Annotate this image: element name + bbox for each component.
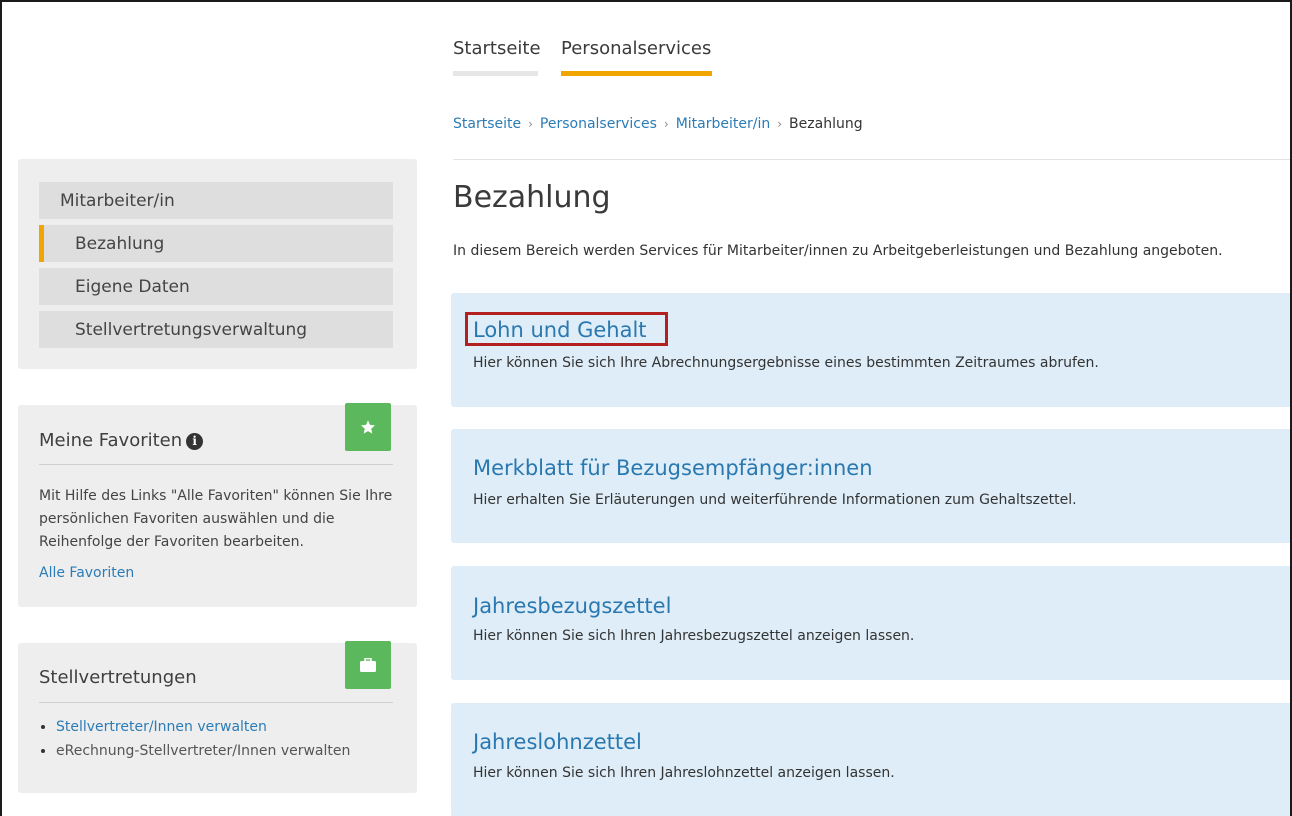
- tab-personalservices[interactable]: Personalservices: [561, 38, 711, 59]
- erechnung-deputies-text: eRechnung-Stellvertreter/Innen verwalten: [56, 743, 351, 759]
- breadcrumb-separator: ›: [528, 117, 533, 131]
- sidebar-item-label: Stellvertretungsverwaltung: [75, 319, 308, 340]
- breadcrumb-current: Bezahlung: [789, 116, 863, 132]
- card-title[interactable]: Jahresbezugszettel: [473, 594, 671, 618]
- card-jahresbezugszettel[interactable]: Jahresbezugszettel Hier können Sie sich …: [451, 566, 1290, 680]
- card-title[interactable]: Merkblatt für Bezugsempfänger:innen: [473, 456, 873, 480]
- card-description: Hier können Sie sich Ihre Abrechnungserg…: [473, 355, 1099, 371]
- favorites-title-text: Meine Favoriten: [39, 430, 183, 451]
- breadcrumb-startseite[interactable]: Startseite: [453, 116, 521, 132]
- page-title: Bezahlung: [453, 180, 611, 215]
- briefcase-icon[interactable]: [345, 641, 391, 689]
- star-icon[interactable]: [345, 403, 391, 451]
- breadcrumb-separator: ›: [663, 117, 669, 131]
- breadcrumb-separator: ›: [777, 117, 783, 131]
- page-frame: Startseite Personalservices Startseite ›…: [0, 0, 1292, 816]
- favorites-title: Meine Favoriten i: [39, 430, 204, 451]
- sidebar-item-eigene-daten[interactable]: Eigene Daten: [39, 268, 393, 305]
- card-description: Hier erhalten Sie Erläuterungen und weit…: [473, 492, 1077, 508]
- highlight-frame: [465, 312, 668, 346]
- panel-divider: [39, 464, 393, 465]
- deputies-list: Stellvertreter/Innen verwalten eRechnung…: [56, 719, 350, 767]
- favorites-description: Mit Hilfe des Links "Alle Favoriten" kön…: [39, 488, 393, 550]
- list-item: Stellvertreter/Innen verwalten: [56, 719, 350, 735]
- card-description: Hier können Sie sich Ihren Jahresbezugsz…: [473, 628, 915, 644]
- page-intro: In diesem Bereich werden Services für Mi…: [453, 243, 1223, 259]
- sidebar-item-label: Eigene Daten: [75, 276, 190, 297]
- all-favorites-link[interactable]: Alle Favoriten: [39, 565, 134, 581]
- tab-startseite-underline: [453, 71, 538, 76]
- sidebar-nav-panel: Mitarbeiter/in Bezahlung Eigene Daten St…: [18, 159, 417, 369]
- sidebar-item-label: Bezahlung: [75, 233, 165, 254]
- tab-personalservices-underline: [561, 71, 712, 76]
- sidebar-item-label: Mitarbeiter/in: [60, 190, 175, 211]
- tab-startseite[interactable]: Startseite: [453, 38, 541, 59]
- breadcrumb-mitarbeiter[interactable]: Mitarbeiter/in: [676, 116, 771, 132]
- deputies-title: Stellvertretungen: [39, 667, 197, 688]
- breadcrumb: Startseite › Personalservices › Mitarbei…: [453, 116, 863, 132]
- sidebar-item-mitarbeiter[interactable]: Mitarbeiter/in: [39, 182, 393, 219]
- card-lohn-und-gehalt[interactable]: Lohn und Gehalt Hier können Sie sich Ihr…: [451, 293, 1290, 407]
- info-icon[interactable]: i: [186, 432, 204, 450]
- sidebar-item-stellvertretungsverwaltung[interactable]: Stellvertretungsverwaltung: [39, 311, 393, 348]
- sidebar-item-bezahlung[interactable]: Bezahlung: [39, 225, 393, 262]
- card-merkblatt[interactable]: Merkblatt für Bezugsempfänger:innen Hier…: [451, 429, 1290, 543]
- card-title[interactable]: Jahreslohnzettel: [473, 730, 642, 754]
- panel-divider: [39, 702, 393, 703]
- card-jahreslohnzettel[interactable]: Jahreslohnzettel Hier können Sie sich Ih…: [451, 703, 1290, 816]
- manage-deputies-link[interactable]: Stellvertreter/Innen verwalten: [56, 719, 267, 735]
- breadcrumb-personalservices[interactable]: Personalservices: [540, 116, 657, 132]
- card-description: Hier können Sie sich Ihren Jahreslohnzet…: [473, 765, 895, 781]
- list-item: eRechnung-Stellvertreter/Innen verwalten: [56, 743, 350, 759]
- breadcrumb-divider: [453, 159, 1290, 160]
